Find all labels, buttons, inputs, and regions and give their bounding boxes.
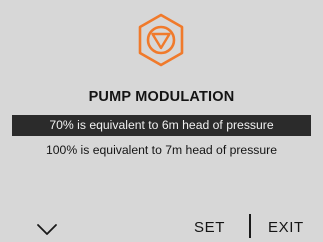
option-7m-head[interactable]: 100% is equivalent to 7m head of pressur…	[12, 140, 311, 161]
set-button[interactable]: SET	[194, 219, 225, 236]
pump-icon	[138, 13, 184, 67]
chevron-down-icon[interactable]	[36, 222, 58, 236]
footer-divider	[249, 214, 251, 238]
option-label: 100% is equivalent to 7m head of pressur…	[45, 143, 278, 157]
option-label: 70% is equivalent to 6m head of pressure	[49, 118, 274, 132]
page-title: PUMP MODULATION	[88, 89, 235, 105]
pump-modulation-screen: PUMP MODULATION 70% is equivalent to 6m …	[0, 0, 323, 242]
exit-button[interactable]: EXIT	[268, 219, 304, 236]
option-6m-head[interactable]: 70% is equivalent to 6m head of pressure	[12, 115, 311, 136]
